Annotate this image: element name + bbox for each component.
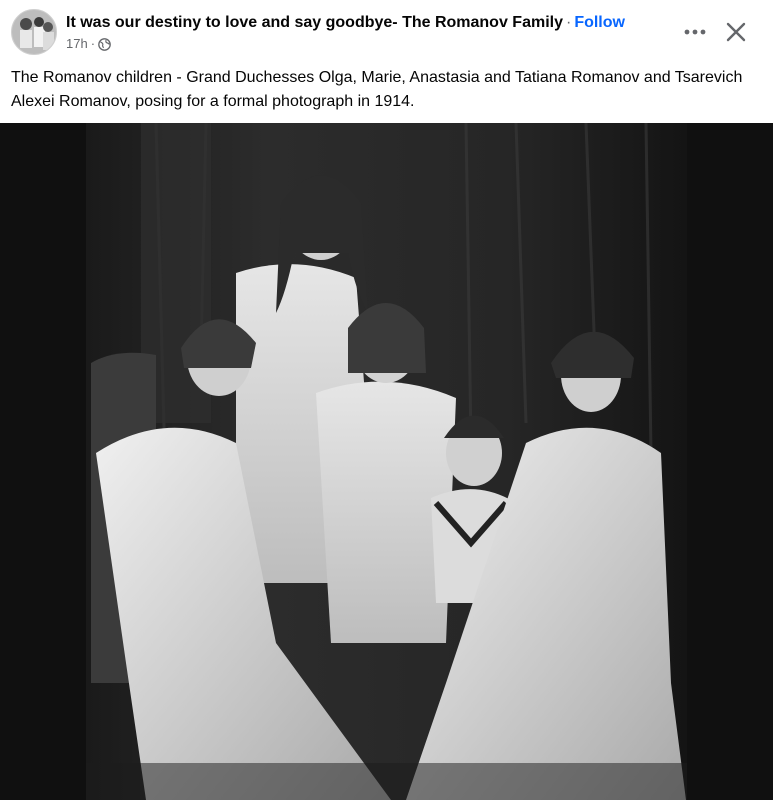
page-name[interactable]: It was our destiny to love and say goodb… [66, 14, 563, 31]
post-title-line: It was our destiny to love and say goodb… [66, 13, 625, 33]
post-caption: The Romanov children - Grand Duchesses O… [11, 69, 743, 110]
close-button[interactable] [720, 16, 752, 48]
post-time[interactable]: 17h [66, 36, 88, 52]
post-header: It was our destiny to love and say goodb… [0, 0, 773, 62]
globe-icon[interactable] [98, 37, 111, 51]
more-horizontal-icon [684, 29, 706, 35]
close-icon [726, 22, 746, 42]
page-avatar[interactable] [11, 9, 57, 55]
photo-container[interactable] [0, 123, 773, 800]
more-options-button[interactable] [678, 20, 712, 44]
meta-separator: · [90, 36, 96, 51]
post-photo[interactable] [86, 123, 687, 800]
post-meta: 17h · [66, 36, 111, 52]
facebook-post: It was our destiny to love and say goodb… [0, 0, 773, 800]
follow-button[interactable]: Follow [574, 14, 625, 31]
title-separator: · [565, 14, 572, 31]
